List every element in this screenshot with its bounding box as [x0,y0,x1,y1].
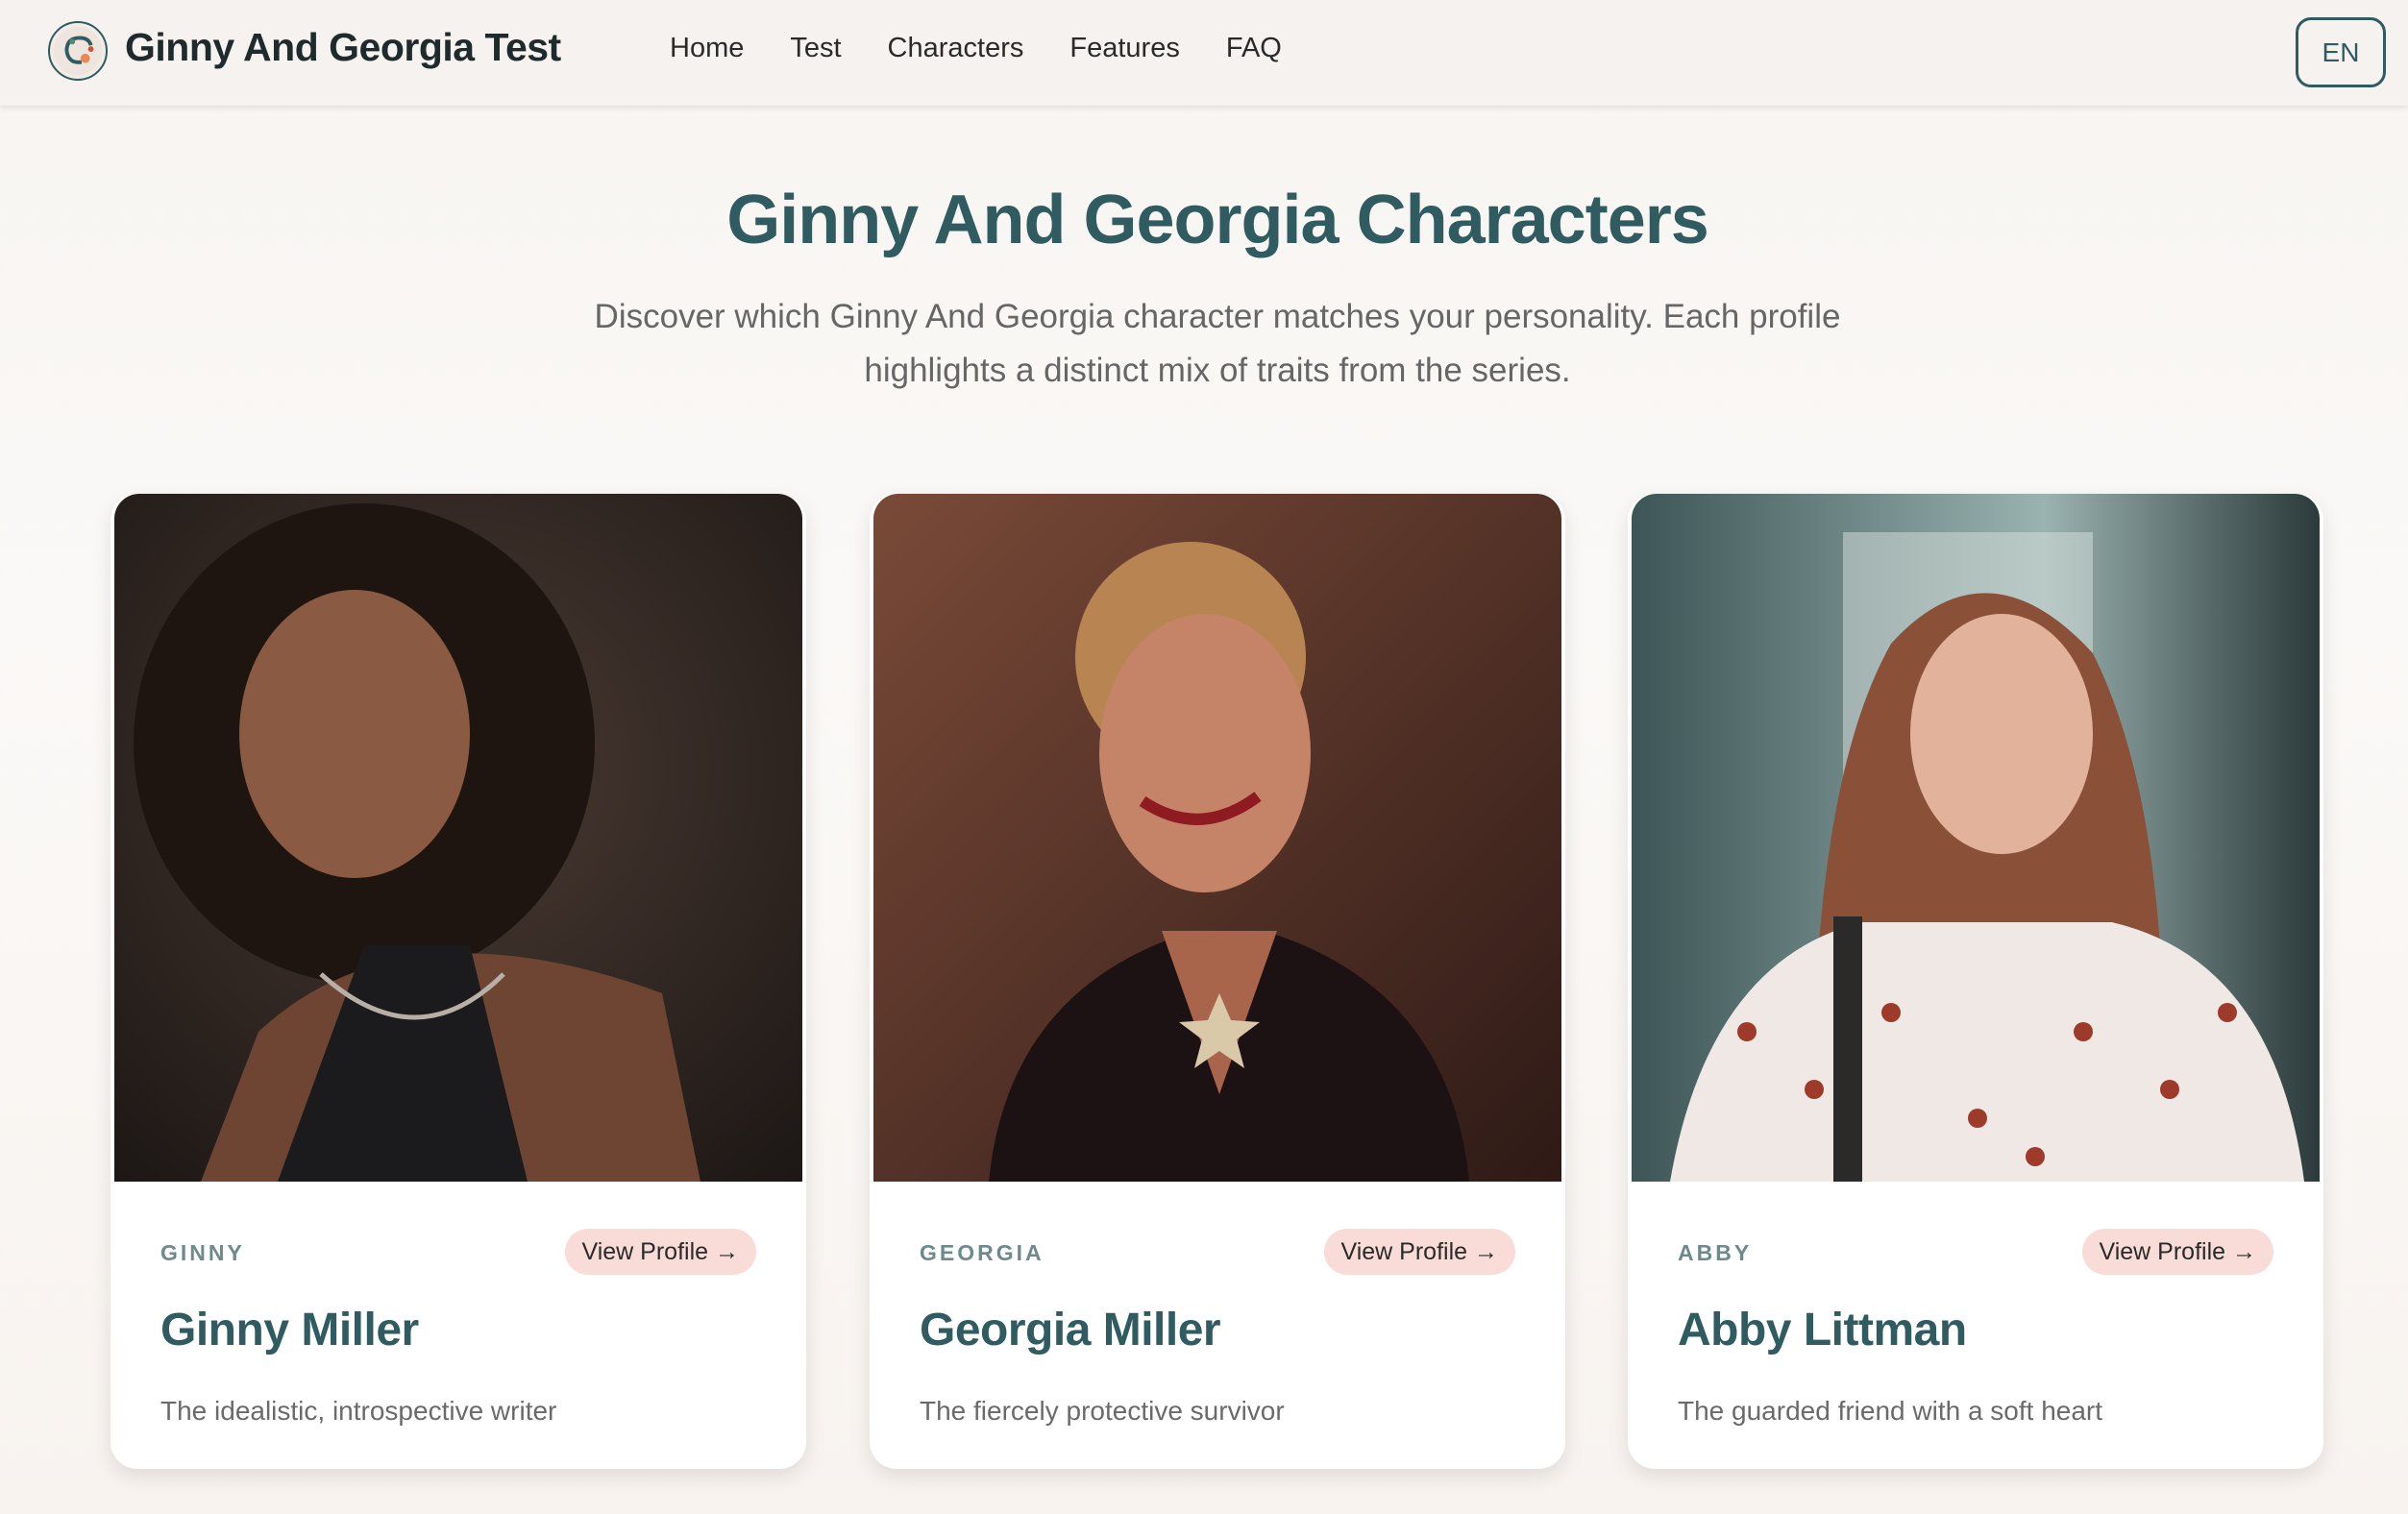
character-name: Ginny Miller [160,1305,419,1355]
nav-characters[interactable]: Characters [888,33,1024,64]
character-short-name: GEORGIA [920,1240,1044,1265]
view-profile-button[interactable]: View Profile → [564,1229,756,1275]
abby-photo[interactable] [1632,494,2320,1182]
page-title: Ginny And Georgia Characters [726,182,1709,258]
character-short-name: GINNY [160,1240,245,1265]
nav-home[interactable]: Home [670,33,744,64]
character-card-ginny[interactable]: GINNY View Profile → Ginny Miller The id… [111,494,806,1469]
main-nav: Home Test Characters Features FAQ [670,33,1328,64]
view-profile-label: View Profile → [2099,1237,2257,1265]
ginny-photo[interactable] [114,494,802,1182]
brand-title[interactable]: Ginny And Georgia Test [125,25,561,70]
character-card-abby[interactable]: ABBY View Profile → Abby Littman The gua… [1628,494,2323,1469]
view-profile-label: View Profile → [1340,1237,1499,1265]
site-header: Ginny And Georgia Test Home Test Charact… [0,0,2408,106]
nav-faq[interactable]: FAQ [1226,33,1282,64]
nav-test[interactable]: Test [790,33,841,64]
page-subtitle: Discover which Ginny And Georgia charact… [594,298,1841,389]
character-card-georgia[interactable]: GEORGIA View Profile → Georgia Miller Th… [870,494,1565,1469]
character-short-name: ABBY [1678,1240,1753,1265]
character-description: The fiercely protective survivor [920,1396,1285,1426]
character-description: The guarded friend with a soft heart [1678,1396,2103,1426]
georgia-photo[interactable] [873,494,1561,1182]
character-name: Abby Littman [1678,1305,1967,1355]
character-description: The idealistic, introspective writer [160,1396,557,1426]
language-button[interactable]: EN [2296,17,2386,87]
view-profile-label: View Profile → [581,1237,740,1265]
view-profile-button[interactable]: View Profile → [2081,1229,2273,1275]
view-profile-button[interactable]: View Profile → [1323,1229,1515,1275]
nav-features[interactable]: Features [1069,33,1179,64]
logo-icon[interactable] [48,21,108,81]
character-name: Georgia Miller [920,1305,1221,1355]
